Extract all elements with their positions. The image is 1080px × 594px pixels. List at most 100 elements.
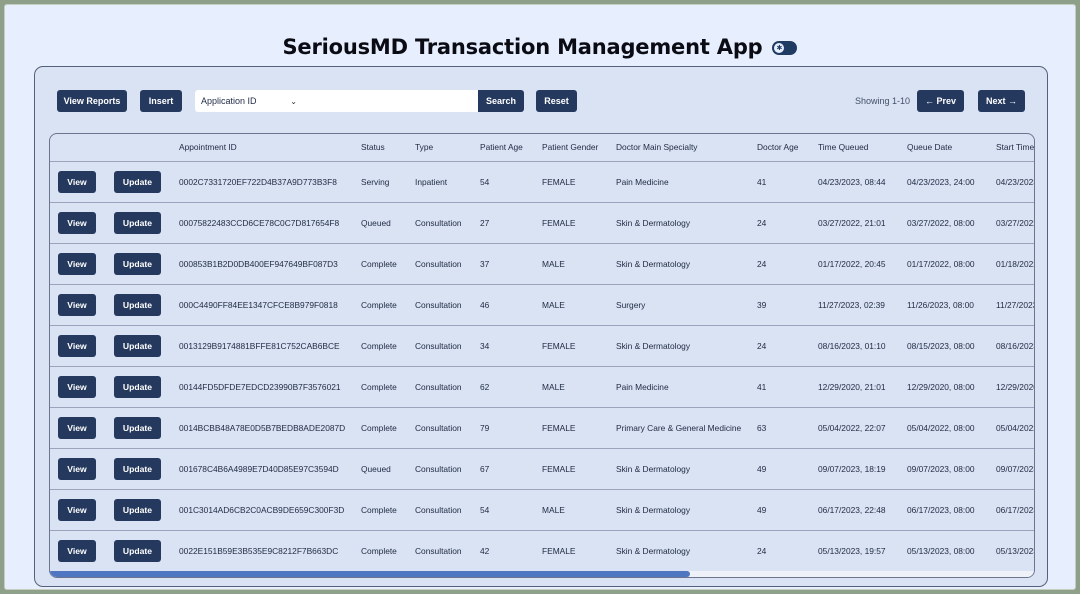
table-row: View Update 000C4490FF84EE1347CFCE8B979F08… bbox=[50, 284, 1034, 326]
search-bar: Application ID ⌄ bbox=[195, 90, 478, 112]
patient-age-cell: 54 bbox=[480, 161, 542, 203]
appointment-id-cell: 000853B1B2D0DB400EF947649BF087D3 bbox=[179, 243, 361, 285]
view-cell: View bbox=[50, 161, 114, 203]
time-queued-cell: 04/23/2023, 08:44 bbox=[818, 161, 907, 203]
insert-button[interactable]: Insert bbox=[140, 90, 182, 112]
update-button[interactable]: Update bbox=[114, 539, 161, 562]
next-button[interactable]: Next → bbox=[978, 90, 1025, 112]
status-cell: Complete bbox=[361, 545, 397, 556]
start-time-cell: 09/07/2023 bbox=[996, 448, 1034, 490]
start-time-cell: 06/17/2023 bbox=[996, 489, 1034, 531]
patient-gender-cell: MALE bbox=[542, 489, 616, 531]
filter-select[interactable]: Application ID ⌄ bbox=[195, 96, 305, 106]
update-button[interactable]: Update bbox=[114, 416, 161, 439]
patient-age-cell: 79 bbox=[480, 407, 542, 449]
status-cell: Complete bbox=[361, 243, 415, 285]
start-time-cell: 05/13/2023 bbox=[996, 545, 1035, 556]
column-header-type: Type bbox=[415, 134, 480, 162]
time-queued-cell: 12/29/2020, 21:01 bbox=[818, 366, 907, 408]
update-button[interactable]: Update bbox=[114, 498, 161, 521]
patient-gender-cell: FEMALE bbox=[542, 448, 616, 490]
doctor-age-cell: 24 bbox=[757, 325, 818, 367]
update-button[interactable]: Update bbox=[114, 252, 161, 275]
scrollbar-thumb[interactable] bbox=[50, 571, 690, 577]
view-button[interactable]: View bbox=[58, 416, 96, 439]
view-button[interactable]: View bbox=[58, 334, 96, 357]
update-button[interactable]: Update bbox=[114, 293, 161, 316]
status-cell: Serving bbox=[361, 161, 415, 203]
column-header-patient-gender: Patient Gender bbox=[542, 134, 616, 162]
main-panel: View Reports Insert Application ID ⌄ Sea… bbox=[34, 66, 1048, 587]
sun-icon: ✱ bbox=[774, 43, 785, 53]
view-button[interactable]: View bbox=[58, 457, 96, 480]
update-button[interactable]: Update bbox=[114, 375, 161, 398]
prev-button[interactable]: ← Prev bbox=[917, 90, 964, 112]
theme-toggle[interactable]: ✱ bbox=[772, 41, 798, 55]
update-button[interactable]: Update bbox=[114, 334, 161, 357]
view-reports-button[interactable]: View Reports bbox=[57, 90, 127, 112]
view-button[interactable]: View bbox=[58, 170, 96, 193]
status-cell: Queued bbox=[361, 202, 415, 244]
view-cell: View bbox=[50, 243, 114, 285]
view-button[interactable]: View bbox=[58, 293, 96, 316]
time-queued-cell: 03/27/2022, 21:01 bbox=[818, 202, 907, 244]
doctor-age-cell: 39 bbox=[757, 284, 818, 326]
table-header-row: Appointment ID Status Type Patient Age P… bbox=[50, 134, 1034, 162]
start-time-cell: 12/29/2020 bbox=[996, 366, 1034, 408]
table-row: View Update 001678C4B6A4989E7D40D85E97C359… bbox=[50, 448, 1034, 490]
doctor-specialty-cell: Skin & Dermatology bbox=[616, 448, 757, 490]
view-cell: View bbox=[50, 325, 114, 367]
doctor-specialty-cell: Skin & Dermatology bbox=[616, 545, 691, 556]
status-cell: Complete bbox=[361, 325, 415, 367]
status-cell: Complete bbox=[361, 284, 415, 326]
doctor-specialty-cell: Pain Medicine bbox=[616, 366, 757, 408]
queue-date-cell: 05/04/2022, 08:00 bbox=[907, 407, 996, 449]
view-button[interactable]: View bbox=[58, 498, 96, 521]
update-button[interactable]: Update bbox=[114, 457, 161, 480]
queue-date-cell: 11/26/2023, 08:00 bbox=[907, 284, 996, 326]
type-cell: Consultation bbox=[415, 489, 480, 531]
reset-button[interactable]: Reset bbox=[536, 90, 577, 112]
view-button[interactable]: View bbox=[58, 539, 96, 562]
queue-date-cell: 01/17/2022, 08:00 bbox=[907, 243, 996, 285]
table-row: View Update 000853B1B2D0DB400EF947649BF087… bbox=[50, 243, 1034, 285]
filter-select-value: Application ID bbox=[201, 96, 257, 106]
time-queued-cell: 05/13/2023, 19:57 bbox=[818, 545, 886, 556]
patient-gender-cell: MALE bbox=[542, 284, 616, 326]
appointment-id-cell: 0014BCBB48A78E0D5B7BEDB8ADE2087D bbox=[179, 407, 361, 449]
view-cell: View bbox=[50, 530, 114, 571]
update-button[interactable]: Update bbox=[114, 211, 161, 234]
view-cell: View bbox=[50, 489, 114, 531]
view-cell: View bbox=[50, 366, 114, 408]
type-cell: Consultation bbox=[415, 202, 480, 244]
column-header-appointment-id: Appointment ID bbox=[179, 134, 361, 162]
column-header-queue-date: Queue Date bbox=[907, 134, 996, 162]
patient-age-cell: 54 bbox=[480, 489, 542, 531]
queue-date-cell: 08/15/2023, 08:00 bbox=[907, 325, 996, 367]
view-button[interactable]: View bbox=[58, 211, 96, 234]
time-queued-cell: 05/04/2022, 22:07 bbox=[818, 407, 907, 449]
view-button[interactable]: View bbox=[58, 375, 96, 398]
doctor-specialty-cell: Pain Medicine bbox=[616, 161, 757, 203]
horizontal-scrollbar[interactable] bbox=[50, 571, 1034, 577]
start-time-cell: 03/27/2022 bbox=[996, 202, 1034, 244]
column-header-doctor-age: Doctor Age bbox=[757, 134, 818, 162]
view-cell: View bbox=[50, 448, 114, 490]
search-input[interactable] bbox=[305, 90, 478, 112]
doctor-age-cell: 49 bbox=[757, 489, 818, 531]
appointment-id-cell: 0022E151B59E3B535E9C8212F7B663DC bbox=[179, 545, 339, 556]
time-queued-cell: 08/16/2023, 01:10 bbox=[818, 325, 907, 367]
queue-date-cell: 06/17/2023, 08:00 bbox=[907, 489, 996, 531]
search-button[interactable]: Search bbox=[478, 90, 524, 112]
patient-gender-cell: FEMALE bbox=[542, 161, 616, 203]
update-cell: Update bbox=[114, 243, 179, 285]
start-time-cell: 08/16/2023 bbox=[996, 325, 1034, 367]
type-cell: Consultation bbox=[415, 284, 480, 326]
patient-age-cell: 37 bbox=[480, 243, 542, 285]
column-header-time-queued: Time Queued bbox=[818, 134, 907, 162]
start-time-cell: 11/27/2023 bbox=[996, 284, 1034, 326]
view-button[interactable]: View bbox=[58, 252, 96, 275]
update-button[interactable]: Update bbox=[114, 170, 161, 193]
chevron-down-icon: ⌄ bbox=[290, 96, 297, 106]
patient-gender-cell: FEMALE bbox=[542, 325, 616, 367]
